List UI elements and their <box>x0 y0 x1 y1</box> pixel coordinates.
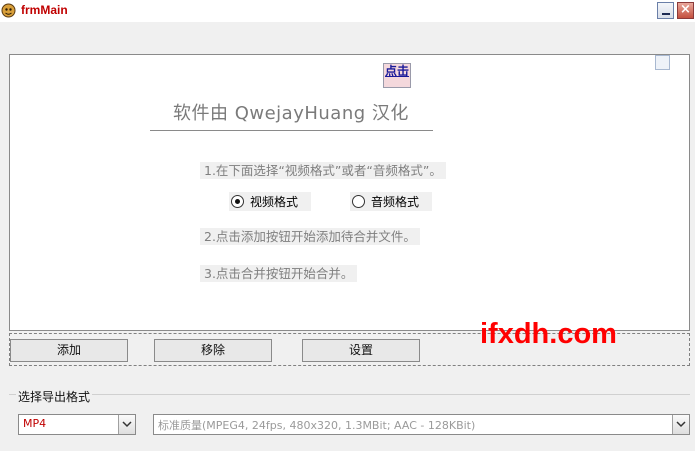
audio-format-radio[interactable]: 音频格式 <box>350 192 432 211</box>
window-title: frmMain <box>21 3 68 17</box>
click-link-label[interactable]: 点击 <box>384 64 410 78</box>
video-format-label: 视频格式 <box>250 195 299 209</box>
video-format-radio[interactable]: 视频格式 <box>229 192 311 211</box>
minimize-icon <box>662 13 670 15</box>
main-panel: 点击 软件由 QwejayHuang 汉化 1.在下面选择“视频格式”或者“音频… <box>9 54 690 331</box>
instruction-step-2: 2.点击添加按钮开始添加待合并文件。 <box>200 228 420 245</box>
instruction-step-1: 1.在下面选择“视频格式”或者“音频格式”。 <box>200 162 446 179</box>
format-select[interactable]: MP4 <box>18 414 136 435</box>
audio-format-label: 音频格式 <box>371 195 420 209</box>
credit-divider <box>150 130 433 131</box>
credit-text: 软件由 QwejayHuang 汉化 <box>173 103 409 124</box>
title-bar: frmMain × <box>0 0 695 22</box>
close-icon: × <box>680 2 691 17</box>
format-select-value: MP4 <box>23 417 47 430</box>
close-button[interactable]: × <box>677 2 694 19</box>
radio-checked-icon[interactable] <box>231 195 244 208</box>
format-dropdown-button[interactable] <box>118 415 135 434</box>
instruction-step-3: 3.点击合并按钮开始合并。 <box>200 265 358 282</box>
add-button[interactable]: 添加 <box>10 339 128 362</box>
click-link[interactable]: 点击 <box>383 63 411 88</box>
app-icon <box>1 3 16 18</box>
corner-box <box>655 55 670 70</box>
quality-select-value: 标准质量(MPEG4, 24fps, 480x320, 1.3MBit; AAC… <box>158 419 476 432</box>
minimize-button[interactable] <box>657 2 674 19</box>
watermark-text: ifxdh.com <box>480 318 617 350</box>
quality-dropdown-button[interactable] <box>672 415 689 434</box>
chevron-down-icon <box>122 421 132 428</box>
radio-unchecked-icon[interactable] <box>352 195 365 208</box>
quality-select[interactable]: 标准质量(MPEG4, 24fps, 480x320, 1.3MBit; AAC… <box>153 414 690 435</box>
settings-button[interactable]: 设置 <box>302 339 420 362</box>
remove-button[interactable]: 移除 <box>154 339 272 362</box>
output-format-label: 选择导出格式 <box>16 388 93 405</box>
chevron-down-icon <box>676 421 686 428</box>
output-format-group: 选择导出格式 MP4 标准质量(MPEG4, 24fps, 480x320, 1… <box>9 388 690 451</box>
